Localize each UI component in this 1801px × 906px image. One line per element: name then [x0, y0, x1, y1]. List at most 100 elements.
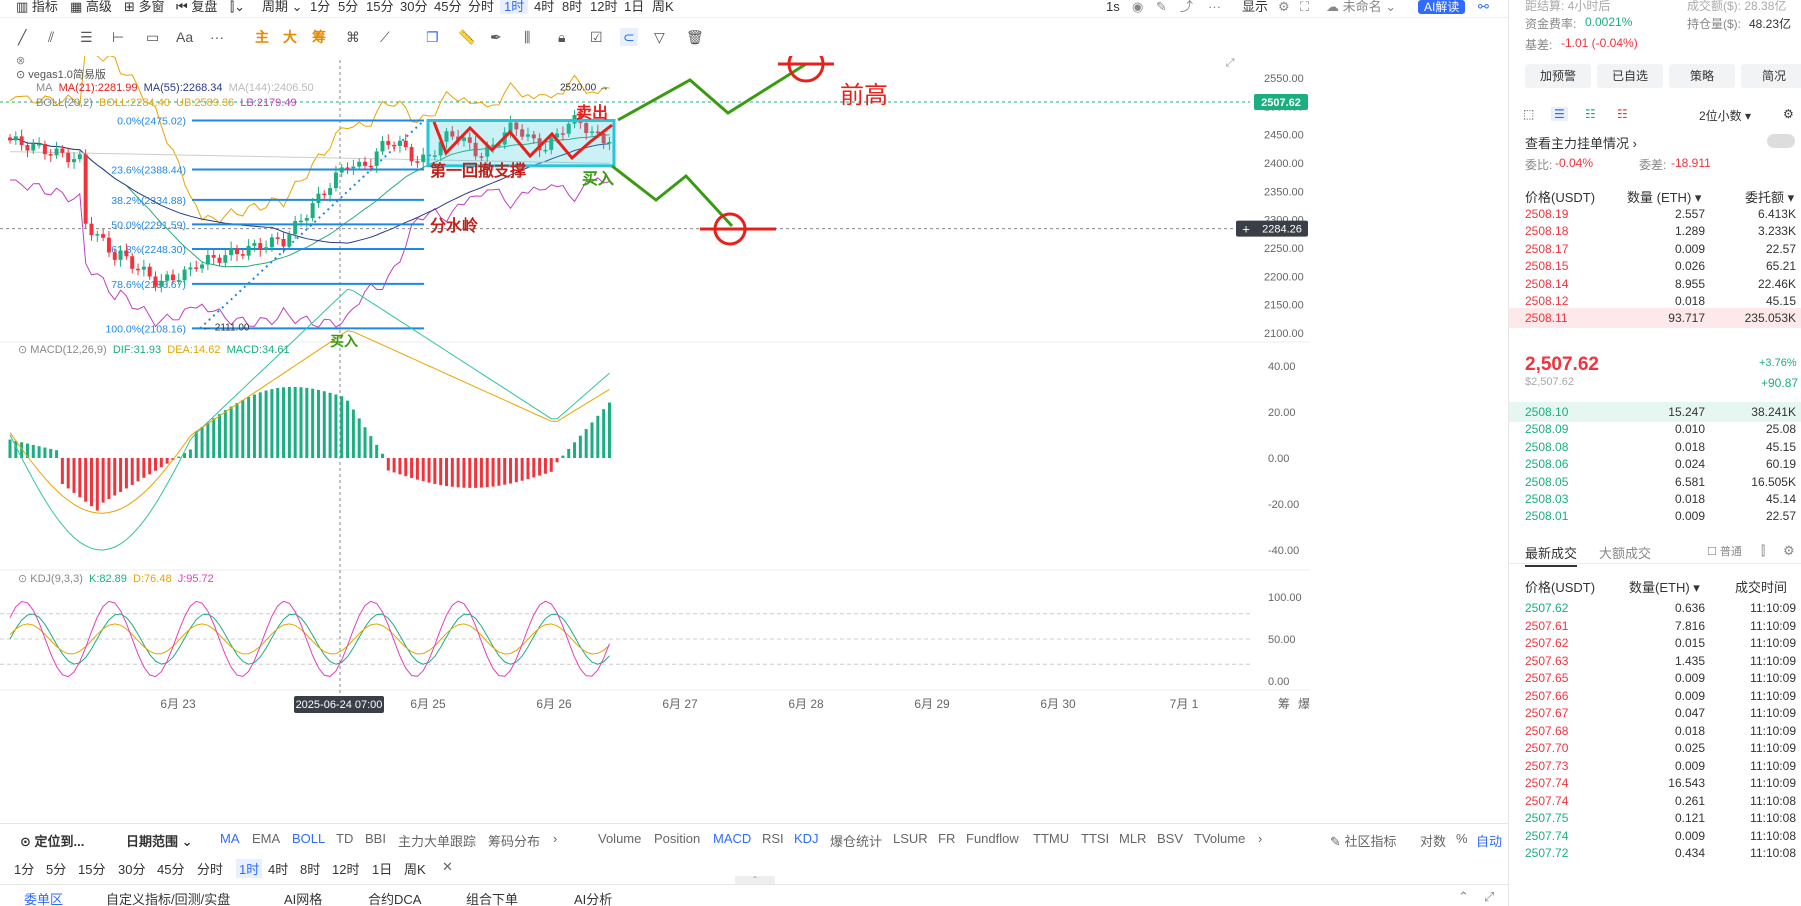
tab-ai-analysis[interactable]: AI分析: [574, 889, 612, 906]
chips-button[interactable]: 筹: [312, 28, 326, 46]
camera-icon[interactable]: ◉: [1132, 0, 1143, 14]
bot-interval-1d[interactable]: 1日: [372, 859, 392, 878]
layout-unnamed[interactable]: ☁ 未命名 ⌄: [1326, 0, 1396, 14]
orderbook-both-icon[interactable]: ⬚: [1523, 107, 1534, 121]
text-tool-label[interactable]: Aa: [176, 28, 193, 46]
ind-position[interactable]: Position: [654, 831, 700, 846]
interval-45m[interactable]: 45分: [434, 0, 461, 14]
candle-type-icon[interactable]: ⫿⌄: [230, 0, 245, 14]
watchlist-button[interactable]: 已自选: [1597, 64, 1663, 88]
tab-ai-grid[interactable]: AI网格: [284, 889, 322, 906]
tab-orders[interactable]: 委单区: [24, 889, 63, 906]
ai-read-button[interactable]: AI解读: [1418, 0, 1466, 14]
indicators-button[interactable]: ▥ 指标: [16, 0, 58, 14]
ind-more-arrow[interactable]: ›: [553, 831, 557, 846]
horizontal-ray-icon[interactable]: ⊢: [112, 28, 124, 46]
more-icon[interactable]: ···: [1208, 0, 1221, 14]
ind-ma[interactable]: MA: [220, 831, 240, 846]
ind-lsur[interactable]: LSUR: [893, 831, 928, 846]
ind-ttsi[interactable]: TTSI: [1081, 831, 1109, 846]
ind-boll[interactable]: BOLL: [292, 831, 325, 846]
percent-scale-toggle[interactable]: %: [1456, 831, 1468, 846]
ind-bsv[interactable]: BSV: [1157, 831, 1183, 846]
lock-icon[interactable]: 🔒︎: [558, 28, 565, 46]
line-tool-icon[interactable]: ╱: [18, 28, 26, 46]
interval-5m[interactable]: 5分: [338, 0, 358, 14]
close-intervals-icon[interactable]: ✕: [442, 859, 453, 875]
tab-latest-trades[interactable]: 最新成交: [1525, 543, 1578, 567]
ind-td[interactable]: TD: [336, 831, 353, 846]
ind-mlr[interactable]: MLR: [1119, 831, 1146, 846]
bot-interval-1m[interactable]: 1分: [14, 859, 34, 878]
ind-bbi[interactable]: BBI: [365, 831, 386, 846]
interval-8h[interactable]: 8时: [562, 0, 582, 14]
normal-checkbox[interactable]: ☐ 普通: [1707, 543, 1742, 559]
interval-1h[interactable]: 1时: [500, 0, 529, 14]
auto-scale-toggle[interactable]: 自动: [1476, 831, 1502, 850]
main-orders-link-row[interactable]: 查看主力挂单情况 ›: [1509, 130, 1801, 152]
fullscreen-icon[interactable]: ⛶: [1300, 0, 1309, 14]
more-tools-icon[interactable]: ···: [210, 28, 224, 46]
ind-whale[interactable]: 主力大单跟踪: [398, 831, 476, 850]
ruler-icon[interactable]: 📏: [458, 28, 475, 46]
trade-row[interactable]: 2507.72 0.434 11:10:08: [1509, 843, 1801, 863]
ind-ttmu[interactable]: TTMU: [1033, 831, 1069, 846]
add-alert-button[interactable]: 加预警: [1525, 64, 1591, 88]
strategy-button[interactable]: 策略: [1669, 64, 1735, 88]
boll-legend[interactable]: BOLL(20,2) BOLL:2284.40 UB:2589.36 LB:21…: [36, 97, 297, 109]
bot-interval-4h[interactable]: 4时: [268, 859, 288, 878]
trades-settings-icon[interactable]: ⚙: [1783, 543, 1795, 559]
candles-icon[interactable]: ⫼: [524, 28, 530, 46]
ask-row[interactable]: 2508.11 93.717 235.053K: [1509, 308, 1801, 329]
ind-tvolume[interactable]: TVolume: [1194, 831, 1245, 846]
interval-1s[interactable]: 1s: [1106, 0, 1120, 14]
trades-filter-icon[interactable]: ⫿: [1761, 543, 1765, 559]
ind-more-arrow-2[interactable]: ›: [1258, 831, 1262, 846]
expand-panel-icon[interactable]: ⤢: [1484, 889, 1494, 905]
orderbook-settings-icon[interactable]: ⚙: [1783, 107, 1794, 121]
interval-1m[interactable]: 1分: [310, 0, 330, 14]
kdj-collapse-icon[interactable]: ⊙: [18, 573, 30, 585]
delete-icon[interactable]: 🗑︎: [686, 28, 704, 46]
tab-contract-dca[interactable]: 合约DCA: [368, 889, 421, 906]
magnet-mode-icon[interactable]: ⊂: [620, 28, 638, 46]
interval-12h[interactable]: 12时: [590, 0, 617, 14]
interval-15m[interactable]: 15分: [366, 0, 393, 14]
display-button[interactable]: 显示: [1242, 0, 1268, 14]
measure-icon[interactable]: ⟋: [380, 28, 390, 46]
macd-legend[interactable]: ⊙ MACD(12,26,9) DIF:31.93 DEA:14.62 MACD…: [18, 343, 290, 356]
bot-interval-timeshare[interactable]: 分时: [197, 859, 223, 878]
advanced-button[interactable]: ▦ 高级: [70, 0, 112, 14]
bot-interval-1h[interactable]: 1时: [236, 859, 263, 878]
rectangle-tool-icon[interactable]: ▭: [146, 28, 159, 46]
interval-week[interactable]: 周K: [652, 0, 674, 14]
log-scale-toggle[interactable]: 对数: [1420, 831, 1446, 850]
ind-fr[interactable]: FR: [938, 831, 955, 846]
main-orders-link[interactable]: 查看主力挂单情况 ›: [1525, 133, 1637, 152]
community-indicators[interactable]: ✎ 社区指标: [1330, 831, 1397, 850]
bot-interval-8h[interactable]: 8时: [300, 859, 320, 878]
bot-interval-5m[interactable]: 5分: [46, 859, 66, 878]
interval-4h[interactable]: 4时: [534, 0, 554, 14]
replay-button[interactable]: ⏮ 复盘: [176, 0, 217, 14]
bot-interval-30m[interactable]: 30分: [118, 859, 145, 878]
orderbook-sell-icon[interactable]: ☷: [1585, 107, 1596, 121]
brush-icon[interactable]: ✒: [490, 28, 502, 46]
bot-interval-45m[interactable]: 45分: [157, 859, 184, 878]
date-range-button[interactable]: 日期范围 ⌄: [126, 831, 193, 850]
orderbook-list-icon[interactable]: ☷: [1617, 107, 1628, 121]
kdj-legend[interactable]: ⊙ KDJ(9,3,3) K:82.89 D:76.48 J:95.72: [18, 572, 214, 585]
share-link-icon[interactable]: ⚯: [1478, 0, 1489, 14]
ind-ema[interactable]: EMA: [252, 831, 280, 846]
ind-volume[interactable]: Volume: [598, 831, 641, 846]
bid-row[interactable]: 2508.01 0.009 22.57: [1509, 506, 1801, 526]
tab-custom-indicators[interactable]: 自定义指标/回测/实盘: [106, 889, 230, 906]
ind-kdj[interactable]: KDJ: [794, 831, 819, 846]
parallel-tool-icon[interactable]: ⫽: [48, 28, 54, 46]
chart-canvas[interactable]: 0.0%(2475.02) 23.6%(2388.44) 38.2%(2334.88…: [0, 56, 1508, 816]
large-order-button[interactable]: 大: [283, 28, 297, 46]
locate-button[interactable]: ⊙ 定位到...: [20, 831, 84, 850]
ind-chips[interactable]: 筹码分布: [488, 831, 540, 850]
decimals-select[interactable]: 2位小数 ▾: [1699, 107, 1751, 124]
chart-area[interactable]: 0.0%(2475.02) 23.6%(2388.44) 38.2%(2334.88…: [0, 55, 1508, 816]
